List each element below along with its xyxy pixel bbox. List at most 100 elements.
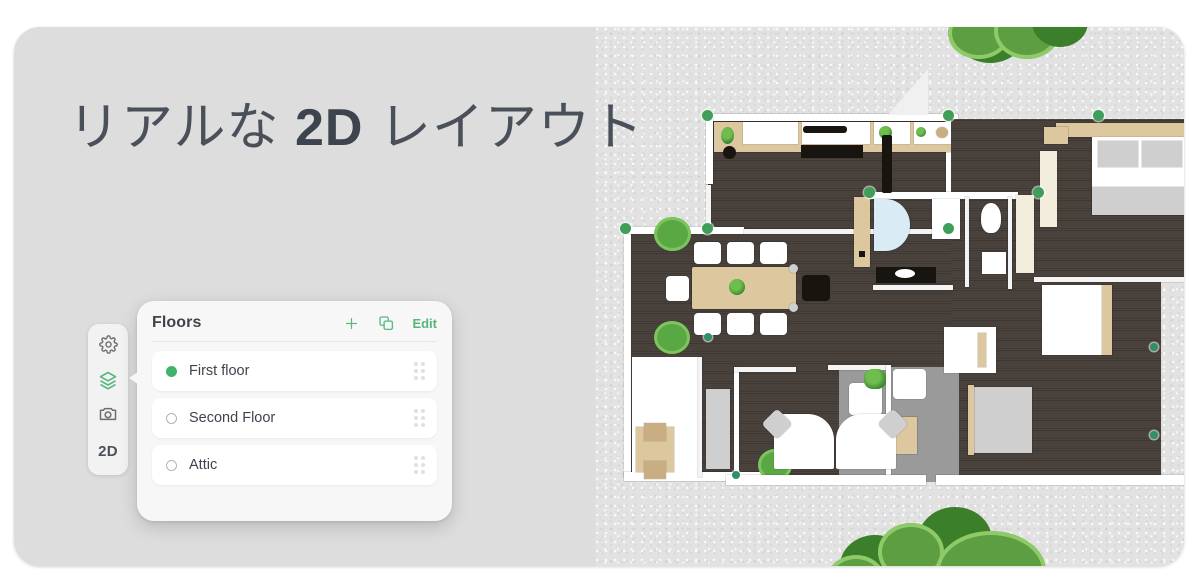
floors-panel-header: Floors Edit xyxy=(152,314,437,342)
kitchen-wall-left xyxy=(706,114,713,184)
list-item[interactable]: Second Floor xyxy=(152,398,437,438)
kitchen-utensil-rail xyxy=(803,126,847,133)
toilet xyxy=(981,203,1001,233)
bed-headboard xyxy=(1056,123,1184,137)
vertex-node[interactable] xyxy=(943,110,954,121)
feature-card: リアルな 2D レイアウト 2D Floors Edit First floor… xyxy=(14,27,1184,566)
dining-stool-b xyxy=(789,303,798,312)
dining-bench xyxy=(802,275,830,301)
living-wall-left xyxy=(624,227,631,479)
vertex-node[interactable] xyxy=(864,187,875,198)
living-wall-top-right xyxy=(744,229,956,234)
bath-sink xyxy=(982,252,1006,274)
floors-panel-actions: Edit xyxy=(343,314,437,332)
bath-basin xyxy=(895,269,915,278)
gear-icon xyxy=(98,335,118,359)
vertex-node[interactable] xyxy=(1033,187,1044,198)
bath-wall-top xyxy=(868,192,1018,199)
mid-bed-frame xyxy=(1102,285,1112,355)
armchair-b xyxy=(893,369,926,399)
vertex-node[interactable] xyxy=(702,110,713,121)
dining-chair-6 xyxy=(760,313,787,335)
vertex-node[interactable] xyxy=(1093,110,1104,121)
bedroom-wall-bottom xyxy=(726,475,926,485)
vertex-node[interactable] xyxy=(702,223,713,234)
camera-icon xyxy=(98,404,118,429)
plus-icon xyxy=(346,317,358,329)
vertex-node[interactable] xyxy=(943,223,954,234)
table-centerpiece xyxy=(729,279,745,295)
sidebar-item-layers[interactable] xyxy=(94,368,122,396)
bush-left-upper xyxy=(654,217,691,251)
bedroom-wall-left xyxy=(734,367,739,481)
floors-panel: Floors Edit First floor Second Floor Att… xyxy=(137,301,452,521)
towel-rail xyxy=(882,135,892,193)
floorplan-canvas[interactable] xyxy=(596,27,1184,566)
sidebar-item-settings[interactable] xyxy=(94,333,122,361)
floor-selected-indicator xyxy=(166,365,177,377)
bush-left-lower xyxy=(654,321,690,354)
add-floor-button[interactable] xyxy=(343,315,360,332)
vertex-node[interactable] xyxy=(1150,343,1158,351)
tree-top xyxy=(948,27,1088,79)
list-item-label: Second Floor xyxy=(189,410,276,426)
page-title-emphasis: 2D xyxy=(294,99,364,157)
bath-wall-bottom xyxy=(873,285,953,290)
bedroom-plant xyxy=(864,369,886,389)
kitchen-cabinet-a xyxy=(743,122,798,144)
counter-pot xyxy=(723,146,736,159)
closet-column xyxy=(1016,195,1034,273)
wardrobe-bottom-right xyxy=(974,387,1032,453)
bed-top-throw xyxy=(1092,187,1184,215)
dining-stool-a xyxy=(789,264,798,273)
dining-chair-1 xyxy=(694,242,721,264)
list-item[interactable]: Attic xyxy=(152,445,437,485)
mid-bed xyxy=(1042,285,1104,355)
vertex-node[interactable] xyxy=(732,471,740,479)
duplicate-icon xyxy=(379,316,394,331)
sideboard-bench-2 xyxy=(644,461,666,479)
sideboard-bench xyxy=(644,423,666,441)
page-title: リアルな 2D レイアウト xyxy=(68,85,644,160)
list-item-label: Attic xyxy=(189,457,218,473)
counter-bowl xyxy=(936,127,948,138)
page-title-suffix: レイアウト xyxy=(363,99,644,157)
floors-panel-title: Floors xyxy=(152,314,202,331)
corridor-wall xyxy=(698,357,702,477)
list-item[interactable]: First floor xyxy=(152,351,437,391)
bedroom-wall-top-a xyxy=(734,367,796,372)
sidebar-item-view-mode[interactable]: 2D xyxy=(94,438,122,466)
bath-bottom-right xyxy=(944,327,996,373)
floor-selected-indicator xyxy=(166,412,177,424)
sidebar-item-camera[interactable] xyxy=(94,403,122,431)
dining-chair-4 xyxy=(694,313,721,335)
drag-handle-icon[interactable] xyxy=(414,409,425,427)
vertex-node[interactable] xyxy=(1150,431,1158,439)
floor-selected-indicator xyxy=(166,459,177,471)
drag-handle-icon[interactable] xyxy=(414,362,425,380)
door-bottom-right xyxy=(978,333,986,367)
bath-vanity-knob xyxy=(859,251,865,257)
layers-icon xyxy=(98,370,118,395)
mid-room-wall xyxy=(1034,277,1184,282)
screenshot-root: リアルな 2D レイアウト 2D Floors Edit First floor… xyxy=(0,0,1200,582)
dining-chair-5 xyxy=(727,313,754,335)
bath-wall-right xyxy=(1008,197,1012,289)
dining-chair-2 xyxy=(727,242,754,264)
edit-floors-button[interactable]: Edit xyxy=(412,316,437,331)
duplicate-floor-button[interactable] xyxy=(377,314,395,332)
dining-chair-head xyxy=(666,276,689,301)
bath-partition xyxy=(965,197,969,287)
vertex-node[interactable] xyxy=(704,333,712,341)
wardrobe-bottom-right-frame xyxy=(968,385,974,455)
shelf-unit xyxy=(706,389,730,469)
floors-list: First floor Second Floor Attic xyxy=(152,351,437,485)
cooktop xyxy=(801,145,863,158)
list-item-label: First floor xyxy=(189,363,250,379)
drag-handle-icon[interactable] xyxy=(414,456,425,474)
tool-sidebar[interactable]: 2D xyxy=(88,324,128,475)
bed-top-pillow-a xyxy=(1098,141,1138,167)
tree-bottom xyxy=(826,505,1056,566)
vertex-node[interactable] xyxy=(620,223,631,234)
sidebar-item-label: 2D xyxy=(98,443,118,461)
